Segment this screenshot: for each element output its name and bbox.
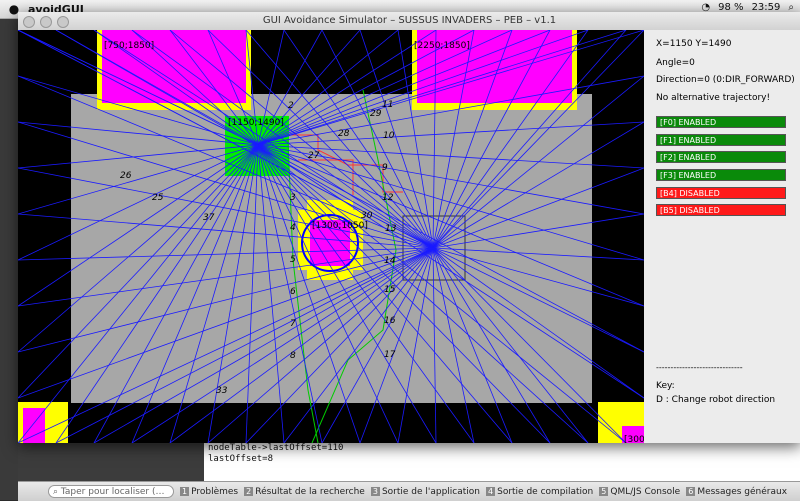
- obstacle-label: [1300;1050]: [312, 221, 368, 231]
- search-icon: ⌕: [53, 486, 61, 497]
- sensor-status-b5: [B5] DISABLED: [656, 204, 786, 216]
- node-label: 5: [290, 255, 296, 265]
- console-line: nodeTable->lastOffset=110: [208, 443, 344, 453]
- info-panel: X=1150 Y=1490 Angle=0 Direction=0 (0:DIR…: [644, 30, 800, 443]
- zoom-button[interactable]: [57, 16, 69, 28]
- output-tab-compile[interactable]: 4 Sortie de compilation: [486, 487, 593, 497]
- robot-position: X=1150 Y=1490: [656, 39, 732, 49]
- block-label-bottom-right: [300: [624, 435, 644, 443]
- robot-angle: Angle=0: [656, 58, 695, 68]
- locate-input[interactable]: ⌕ Taper pour localiser (…: [48, 485, 174, 498]
- window-title: GUI Avoidance Simulator – SUSSUS INVADER…: [262, 15, 557, 26]
- simulation-svg: [750;1850] [2250;1850] [1150;1490] [1300…: [18, 30, 644, 443]
- node-label: 14: [384, 256, 396, 266]
- output-tab-search[interactable]: 2 Résultat de la recherche: [244, 487, 365, 497]
- node-label: 28: [338, 129, 350, 139]
- node-label: 33: [216, 386, 228, 396]
- node-label: 8: [290, 351, 296, 361]
- console-line: lastOffset=8: [208, 454, 274, 464]
- sensor-status-f1: [F1] ENABLED: [656, 134, 786, 146]
- sensor-status-b4: [B4] DISABLED: [656, 187, 786, 199]
- simulator-window: GUI Avoidance Simulator – SUSSUS INVADER…: [18, 12, 800, 443]
- sensor-status-f3: [F3] ENABLED: [656, 169, 786, 181]
- node-label: 17: [384, 350, 396, 360]
- sensor-status-f2: [F2] ENABLED: [656, 151, 786, 163]
- node-label: 13: [385, 224, 397, 234]
- trajectory-status: No alternative trajectory!: [656, 93, 771, 103]
- node-label: 25: [152, 193, 164, 203]
- node-label: 10: [383, 131, 395, 141]
- window-controls: [23, 16, 69, 28]
- key-d: D : Change robot direction: [656, 395, 776, 405]
- output-tab-general[interactable]: 6 Messages généraux: [686, 487, 787, 497]
- simulation-canvas[interactable]: [750;1850] [2250;1850] [1150;1490] [1300…: [18, 30, 644, 443]
- node-label: 3: [290, 193, 296, 203]
- node-label: 29: [370, 109, 382, 119]
- robot-direction: Direction=0 (0:DIR_FORWARD): [656, 75, 795, 85]
- node-label: 2: [288, 101, 294, 111]
- window-titlebar[interactable]: GUI Avoidance Simulator – SUSSUS INVADER…: [18, 12, 800, 31]
- node-label: 37: [203, 213, 215, 223]
- node-label: 4: [290, 223, 296, 233]
- ide-sidebar: [0, 19, 18, 500]
- node-label: 6: [290, 287, 296, 297]
- output-tab-app[interactable]: 3 Sortie de l'application: [370, 487, 480, 497]
- robot-label: [1150;1490]: [228, 118, 284, 128]
- node-label: 12: [382, 193, 394, 203]
- output-tab-qml[interactable]: 5 QML/JS Console: [599, 487, 680, 497]
- node-label: 11: [382, 100, 393, 110]
- key-heading: Key:: [656, 381, 675, 391]
- node-label: 26: [120, 171, 132, 181]
- node-label: 9: [382, 163, 388, 173]
- block-label-top-left: [750;1850]: [104, 41, 154, 51]
- app-output-console: nodeTable->lastOffset=110 lastOffset=8: [204, 441, 800, 481]
- sensor-status-f0: [F0] ENABLED: [656, 116, 786, 128]
- node-label: 16: [384, 316, 396, 326]
- block-label-top-right: [2250;1850]: [414, 41, 470, 51]
- minimize-button[interactable]: [40, 16, 52, 28]
- output-tab-problems[interactable]: 1 Problèmes: [180, 487, 238, 497]
- ide-statusbar: ⌕ Taper pour localiser (… 1 Problèmes 2 Ré…: [18, 481, 800, 501]
- node-label: 7: [290, 319, 296, 329]
- node-label: 27: [308, 151, 320, 161]
- separator: ------------------------------: [656, 363, 743, 372]
- node-label: 15: [384, 285, 396, 295]
- close-button[interactable]: [23, 16, 35, 28]
- node-label: 30: [361, 211, 373, 221]
